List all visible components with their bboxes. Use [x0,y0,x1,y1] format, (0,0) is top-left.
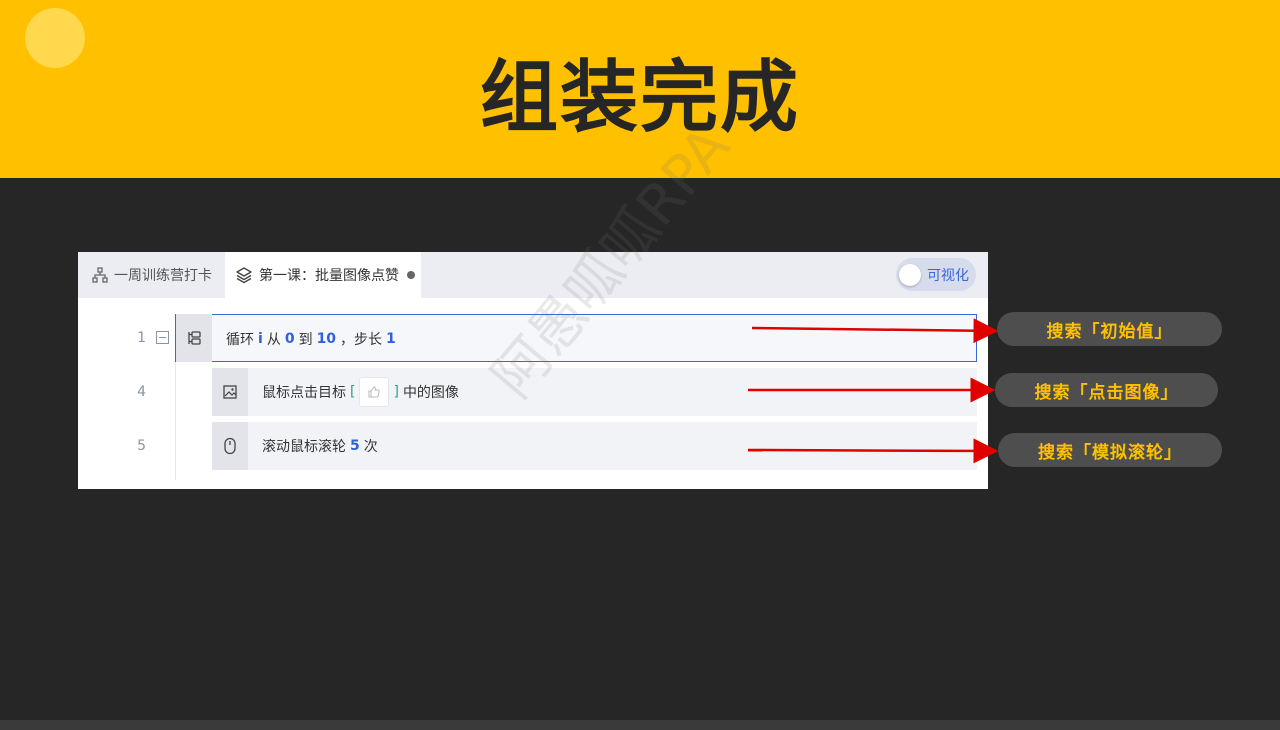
annotation-arrows [747,318,999,464]
bottom-edge [0,720,1280,730]
callout-initial-value: 搜索「初始值」 [997,312,1222,346]
arrow-3 [747,438,999,464]
arrow-1 [751,318,999,344]
callout-click-image: 搜索「点击图像」 [995,373,1218,407]
callout-scroll-wheel: 搜索「模拟滚轮」 [998,433,1222,467]
